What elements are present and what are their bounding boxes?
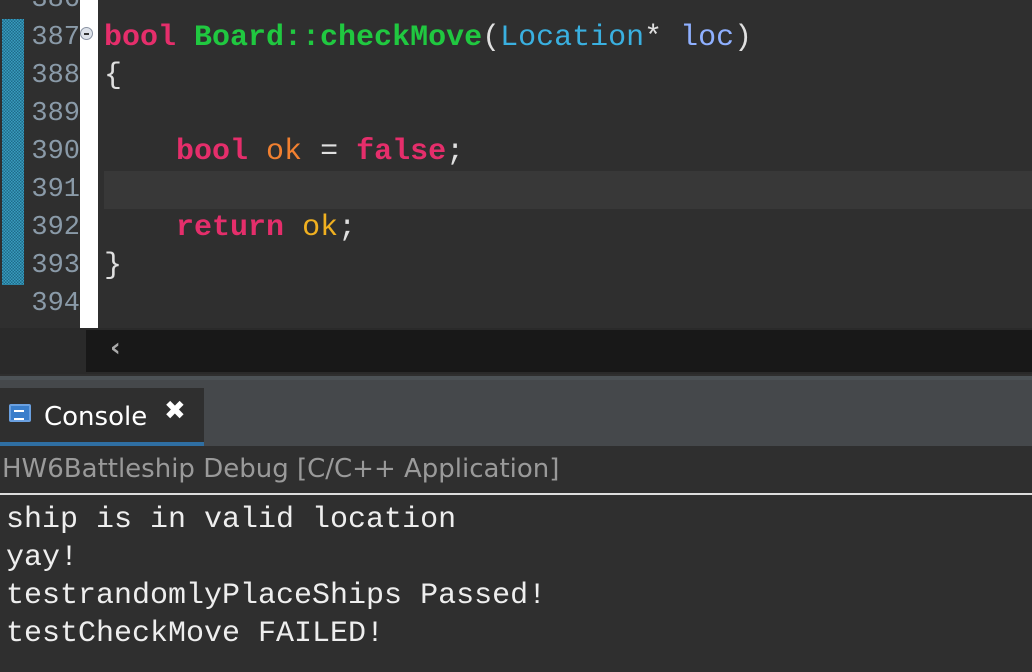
keyword: bool bbox=[104, 21, 177, 55]
semicolon: ; bbox=[446, 135, 465, 169]
line-number: 394 bbox=[31, 289, 80, 319]
semicolon: ; bbox=[338, 211, 357, 245]
horizontal-scrollbar[interactable]: ‹ bbox=[0, 328, 1032, 374]
paren: ( bbox=[482, 21, 501, 55]
close-icon[interactable]: ✖ bbox=[164, 396, 186, 426]
line-number: 393 bbox=[31, 251, 80, 281]
code-line-387: bool Board::checkMove(Location* loc) bbox=[104, 19, 1032, 57]
keyword: return bbox=[176, 211, 285, 245]
console-output: ship is in valid location yay! testrando… bbox=[6, 491, 546, 653]
keyword: false bbox=[356, 135, 447, 169]
code-line-391-current bbox=[104, 171, 1032, 209]
line-number: 389 bbox=[31, 99, 80, 129]
scroll-left-icon[interactable]: ‹ bbox=[110, 333, 121, 363]
tab-console[interactable]: Console ✖ bbox=[0, 388, 204, 446]
gutter bbox=[80, 0, 98, 328]
output-line: ship is in valid location bbox=[6, 503, 457, 537]
variable: ok bbox=[266, 135, 303, 169]
code-editor[interactable]: 386 387 388 389 390 391 392 393 394 bool… bbox=[0, 0, 1032, 328]
scroll-track[interactable] bbox=[86, 330, 1032, 372]
console-icon bbox=[9, 404, 31, 422]
keyword: bool bbox=[176, 135, 249, 169]
line-number: 388 bbox=[31, 61, 80, 91]
paren: ) bbox=[734, 21, 753, 55]
code-line-392: return ok; bbox=[104, 209, 1032, 247]
function-name: Board::checkMove bbox=[194, 21, 483, 55]
code-line-390: bool ok = false; bbox=[104, 133, 1032, 171]
collapse-icon[interactable] bbox=[80, 27, 93, 40]
pointer: * bbox=[644, 21, 681, 55]
code-line-393: } bbox=[104, 249, 123, 283]
tab-label: Console bbox=[44, 402, 148, 432]
view-tab-bar: Console ✖ bbox=[0, 380, 1032, 446]
line-number: 387 bbox=[31, 23, 80, 53]
output-line-partial bbox=[6, 491, 546, 501]
variable: ok bbox=[302, 211, 339, 245]
console-title: HW6Battleship Debug [C/C++ Application] bbox=[2, 454, 560, 484]
line-number: 392 bbox=[31, 213, 80, 243]
operator: = bbox=[302, 135, 357, 169]
code-line-388: { bbox=[104, 59, 123, 93]
line-number: 390 bbox=[31, 137, 80, 167]
output-line: yay! bbox=[6, 541, 79, 575]
output-line: testrandomlyPlaceShips Passed! bbox=[6, 579, 547, 613]
line-number: 386 bbox=[31, 0, 80, 15]
console-view[interactable]: HW6Battleship Debug [C/C++ Application] … bbox=[0, 446, 1032, 672]
output-line: testCheckMove FAILED! bbox=[6, 617, 385, 651]
line-number: 391 bbox=[31, 175, 80, 205]
code-area[interactable]: bool Board::checkMove(Location* loc) { b… bbox=[104, 19, 1032, 285]
line-numbers: 386 387 388 389 390 391 392 393 394 bbox=[24, 0, 80, 323]
type: Location bbox=[500, 21, 645, 55]
change-ruler bbox=[2, 19, 24, 285]
param: loc bbox=[680, 21, 735, 55]
